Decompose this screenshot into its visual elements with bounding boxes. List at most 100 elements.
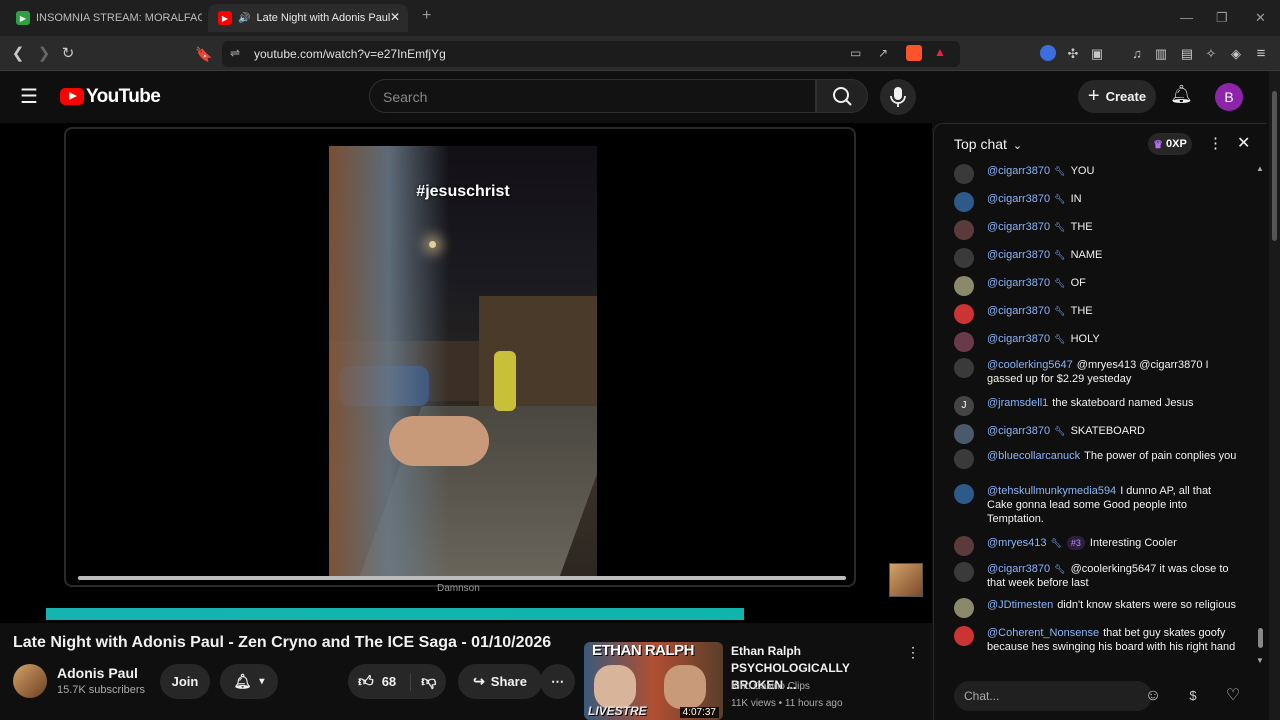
bookmark-icon[interactable]: 🔖	[194, 44, 214, 64]
channel-name[interactable]: Adonis Paul	[57, 665, 138, 681]
more-vertical-icon[interactable]: ⋮	[906, 644, 920, 661]
like-dislike-group: 👍︎ 68 👎︎	[348, 664, 446, 699]
vpn-icon[interactable]: ◈	[1226, 44, 1246, 64]
chat-author-avatar[interactable]	[954, 164, 974, 184]
channel-avatar[interactable]	[13, 664, 47, 698]
address-bar-row: ❮ ❯ ↻ 🔖 ⇌ youtube.com/watch?v=e27InEmfjY…	[0, 36, 1280, 71]
like-count[interactable]: 68	[382, 674, 396, 689]
voice-search-button[interactable]	[880, 79, 916, 115]
chat-author-name[interactable]: @bluecollarcanuck	[987, 450, 1080, 462]
chat-author-avatar[interactable]	[954, 598, 974, 618]
super-chat-icon[interactable]: $	[1182, 685, 1204, 707]
chat-author-name[interactable]: @cigarr3870	[987, 425, 1050, 437]
chat-author-avatar[interactable]	[954, 192, 974, 212]
youtube-logo-icon[interactable]	[60, 88, 84, 105]
heart-icon[interactable]: ♡	[1222, 685, 1244, 707]
chat-author-avatar[interactable]: J	[954, 396, 974, 416]
chat-author-name[interactable]: @cigarr3870	[987, 193, 1050, 205]
minimize-icon[interactable]: —	[1180, 10, 1193, 25]
search-input[interactable]: Search	[369, 79, 816, 113]
notifications-bell-icon[interactable]: 🔔︎	[1170, 84, 1193, 105]
chat-message-text: OF	[1070, 277, 1086, 289]
chat-author-name[interactable]: @mryes413	[987, 537, 1046, 549]
chat-author-avatar[interactable]	[954, 220, 974, 240]
chat-input[interactable]: Chat...	[954, 681, 1152, 711]
like-icon[interactable]: 👍︎	[358, 673, 374, 691]
site-info-icon[interactable]: ⇌	[230, 46, 240, 60]
search-icon	[833, 87, 852, 106]
sidebar-icon[interactable]: ▥	[1151, 44, 1171, 64]
xp-badge[interactable]: ♛ 0XP	[1148, 133, 1192, 155]
chevron-down-icon: ⌄	[1012, 140, 1023, 152]
tabs-icon[interactable]: ▤	[1177, 44, 1197, 64]
tab-late-night[interactable]: ▶ 🔊 Late Night with Adonis Paul ✕	[208, 4, 408, 32]
reload-icon[interactable]: ↻	[58, 44, 78, 64]
chat-author-avatar[interactable]	[954, 276, 974, 296]
chat-author-avatar[interactable]	[954, 484, 974, 504]
video-player[interactable]: #jesuschrist Damnson	[0, 123, 932, 623]
back-icon[interactable]: ❮	[8, 44, 28, 64]
chat-author-avatar[interactable]	[954, 248, 974, 268]
extensions-icon[interactable]: ✣	[1063, 44, 1083, 64]
hamburger-menu-icon[interactable]: ☰	[20, 84, 38, 109]
media-icon[interactable]: ♫	[1127, 44, 1147, 64]
close-window-icon[interactable]: ✕	[1255, 10, 1266, 26]
chat-author-avatar[interactable]	[954, 449, 974, 469]
chat-author-avatar[interactable]	[954, 304, 974, 324]
brave-shield-icon[interactable]	[906, 45, 922, 61]
chat-author-name[interactable]: @cigarr3870	[987, 165, 1050, 177]
search-button[interactable]	[816, 79, 868, 113]
maximize-icon[interactable]: ❐	[1216, 10, 1228, 26]
url-text: youtube.com/watch?v=e27InEmfjYg	[254, 47, 446, 61]
progress-bar[interactable]	[46, 608, 744, 620]
more-actions-button[interactable]: ⋯	[540, 664, 575, 699]
channel-watermark[interactable]	[889, 563, 923, 597]
chat-author-avatar[interactable]	[954, 424, 974, 444]
chat-author-name[interactable]: @cigarr3870	[987, 221, 1050, 233]
wallet-icon[interactable]: ▣	[1087, 44, 1107, 64]
close-tab-icon[interactable]: ✕	[390, 10, 400, 24]
brave-rewards-icon[interactable]: ▲	[934, 45, 946, 59]
chat-author-name[interactable]: @coolerking5647	[987, 359, 1073, 371]
dislike-icon[interactable]: 👎︎	[410, 672, 436, 691]
video-duration: 4:07:37	[679, 707, 719, 718]
chat-author-name[interactable]: @cigarr3870	[987, 249, 1050, 261]
chat-author-avatar[interactable]	[954, 358, 974, 378]
moderator-wrench-icon: 🔧︎	[1054, 426, 1066, 436]
subscribe-bell-button[interactable]: 🔔︎ ▾	[220, 664, 278, 699]
create-button[interactable]: + Create	[1078, 80, 1156, 113]
chat-author-avatar[interactable]	[954, 626, 974, 646]
chat-author-name[interactable]: @cigarr3870	[987, 563, 1050, 575]
chat-mode-dropdown[interactable]: Top chat ⌄	[954, 136, 1022, 152]
chat-author-avatar[interactable]	[954, 332, 974, 352]
share-button[interactable]: ↪ Share	[458, 664, 542, 699]
emoji-icon[interactable]: ☺	[1142, 685, 1164, 707]
account-avatar[interactable]: B	[1215, 83, 1243, 111]
chat-author-name[interactable]: @Coherent_Nonsense	[987, 627, 1099, 639]
chat-author-name[interactable]: @cigarr3870	[987, 333, 1050, 345]
chat-more-icon[interactable]: ⋮	[1208, 134, 1223, 152]
url-field[interactable]: ⇌ youtube.com/watch?v=e27InEmfjYg ▭ ↗ ▲	[222, 41, 960, 67]
recommended-thumbnail[interactable]: ETHAN RALPH LIVESTRE 4:07:37	[584, 642, 723, 720]
leo-icon[interactable]: ✧	[1201, 44, 1221, 64]
chat-scrollbar[interactable]: ▲ ▼	[1256, 164, 1266, 666]
chat-author-name[interactable]: @cigarr3870	[987, 277, 1050, 289]
youtube-logo-text[interactable]: YouTube	[86, 86, 161, 108]
recommended-channel[interactable]: Kino Casino Clips	[731, 681, 810, 692]
chat-author-name[interactable]: @cigarr3870	[987, 305, 1050, 317]
cast-icon[interactable]: ▭	[850, 46, 861, 60]
chat-author-avatar[interactable]	[954, 536, 974, 556]
new-tab-icon[interactable]: +	[422, 7, 431, 25]
tab-insomnia-stream[interactable]: ▶ INSOMNIA STREAM: MORALFAG EDI	[6, 4, 202, 32]
chat-author-avatar[interactable]	[954, 562, 974, 582]
menu-icon[interactable]: ≡	[1251, 44, 1271, 64]
close-chat-icon[interactable]: ✕	[1237, 133, 1250, 153]
share-page-icon[interactable]: ↗	[878, 46, 888, 60]
join-button[interactable]: Join	[160, 664, 210, 699]
page-scrollbar[interactable]	[1269, 71, 1280, 720]
forward-icon[interactable]: ❯	[34, 44, 54, 64]
chat-author-name[interactable]: @JDtimesten	[987, 599, 1053, 611]
chat-author-name[interactable]: @tehskullmunkymedia594	[987, 485, 1116, 497]
extension-blue-icon[interactable]	[1040, 45, 1056, 61]
chat-author-name[interactable]: @jramsdell1	[987, 397, 1048, 409]
